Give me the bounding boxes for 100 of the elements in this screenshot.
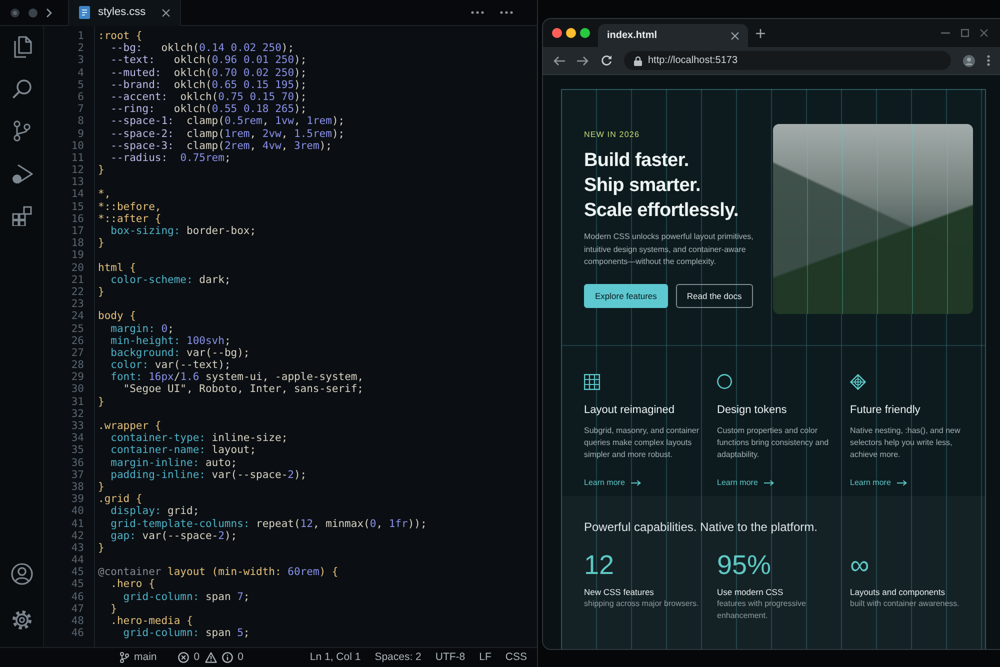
back-arrow-icon[interactable]	[553, 56, 565, 66]
line-number: 34	[70, 432, 84, 444]
line-number: 4	[76, 66, 84, 79]
status-bar-item[interactable]: Ln 1, Col 1	[310, 650, 361, 666]
line-number: 15	[70, 200, 84, 213]
code-line: --ring: oklch(0.55 0.18 265);	[110, 103, 307, 116]
feature-description: Native nesting, :has(), and new selectors help you write less, achieve more.	[850, 424, 962, 460]
code-line: color-scheme: dark;	[110, 274, 231, 286]
feature-description: Custom properties and color functions bring consistency and adaptability.	[717, 424, 830, 460]
code-line: }	[98, 286, 104, 298]
line-number: 21	[70, 274, 84, 286]
code-line: }	[98, 164, 104, 176]
status-bar-item[interactable]: CSS	[505, 650, 527, 666]
code-line: body {	[98, 310, 136, 322]
browser-tab[interactable]: index.html	[598, 24, 748, 47]
extensions-icon[interactable]	[12, 206, 32, 226]
line-number: 16	[70, 212, 84, 225]
branch-icon[interactable]	[120, 652, 129, 663]
code-line: font: 16px/1.6 system-ui, -apple-system,	[110, 371, 364, 384]
search-icon[interactable]	[12, 79, 32, 99]
primary-button[interactable]: Explore features	[584, 284, 668, 308]
status-bar-item[interactable]: Spaces: 2	[374, 650, 422, 666]
line-number: 10	[70, 140, 84, 152]
menu-icon[interactable]	[987, 55, 990, 66]
line-number: 5	[76, 78, 84, 91]
line-number: 45	[70, 578, 84, 591]
code-line: min-height: 100svh;	[110, 334, 231, 347]
learn-more-link[interactable]: Learn more	[850, 476, 907, 488]
learn-more-link[interactable]: Learn more	[717, 476, 774, 488]
plus-icon[interactable]	[756, 28, 765, 38]
close-icon[interactable]	[162, 8, 170, 16]
line-number: 12	[70, 164, 84, 176]
code-line: box-sizing: border-box;	[110, 225, 256, 238]
feature-description: Subgrid, masonry, and container queries make complex layouts simpler and more robust.	[584, 424, 700, 460]
code-line: --space-2: clamp(1rem, 2vw, 1.5rem);	[110, 128, 345, 140]
line-number: 28	[70, 359, 84, 372]
branch-name[interactable]: main	[134, 650, 157, 666]
stat-description: shipping across major browsers.	[584, 598, 700, 610]
error-icon[interactable]	[178, 652, 189, 663]
code-line: @container layout (min-width: 60rem) {	[98, 566, 338, 578]
line-number: 1	[76, 30, 84, 42]
nav-circle-icon[interactable]	[10, 8, 20, 18]
error-count[interactable]: 0	[194, 650, 200, 666]
info-icon[interactable]	[222, 652, 233, 663]
code-line: padding-inline: var(--space-2);	[110, 468, 307, 481]
hero-description: Modern CSS unlocks powerful layout primitives, intuitive design systems, and container-aware components—without the complexity.	[584, 231, 754, 268]
chevron-right-icon[interactable]	[46, 8, 52, 18]
account-icon[interactable]	[10, 563, 32, 585]
file-icon	[79, 6, 90, 19]
stat-description: features with progressive enhancement.	[717, 598, 807, 622]
reload-icon[interactable]	[601, 55, 612, 66]
code-line: color: var(--text);	[110, 359, 231, 372]
line-number: 3	[76, 54, 84, 67]
run-debug-icon[interactable]	[10, 163, 32, 185]
line-number: 25	[70, 322, 84, 335]
code-line: margin: 0;	[110, 322, 174, 335]
code-line: html {	[98, 262, 136, 274]
code-line: --space-3: clamp(2rem, 4vw, 3rem);	[110, 140, 332, 152]
files-icon[interactable]	[12, 36, 32, 58]
line-number: 6	[76, 90, 84, 104]
line-number: 22	[70, 286, 84, 298]
line-number: 17	[70, 225, 84, 238]
close-icon[interactable]	[731, 32, 739, 40]
stat-label: Layouts and components	[850, 586, 946, 598]
line-number: 11	[70, 152, 84, 164]
code-line: margin-inline: auto;	[110, 456, 238, 469]
more-icon[interactable]	[471, 11, 484, 14]
maximize-window-icon[interactable]	[580, 28, 590, 38]
maximize-icon[interactable]	[961, 29, 969, 37]
status-bar-item[interactable]: UTF-8	[435, 650, 466, 666]
code-line: .hero-media {	[110, 615, 193, 628]
warning-icon[interactable]	[204, 652, 217, 663]
learn-more-link[interactable]: Learn more	[584, 476, 641, 488]
code-line: grid-column: span 7;	[122, 590, 250, 603]
line-number: 26	[70, 334, 84, 347]
close-window-icon[interactable]	[552, 28, 562, 38]
editor-tab[interactable]: styles.css	[68, 0, 181, 26]
close-icon[interactable]	[980, 29, 988, 37]
address-field[interactable]: http://localhost:5173	[624, 51, 951, 70]
status-bar-item[interactable]: LF	[479, 650, 492, 666]
line-number: 29	[70, 371, 84, 384]
stat-description: built with container awareness.	[850, 598, 960, 610]
code-line: *::after {	[98, 212, 162, 225]
code-line: }	[98, 542, 104, 554]
settings-icon[interactable]	[10, 609, 32, 631]
code-line: .hero {	[110, 578, 155, 591]
feature-title: Layout reimagined	[584, 403, 676, 418]
code-line: }	[98, 396, 104, 408]
info-count[interactable]: 0	[238, 650, 244, 666]
code-line: *::before,	[98, 200, 162, 213]
source-control-icon[interactable]	[12, 120, 30, 142]
line-number: 9	[76, 128, 84, 140]
code-line: "Segoe UI", Roboto, Inter, sans-serif;	[122, 383, 364, 396]
secondary-button[interactable]: Read the docs	[676, 284, 753, 308]
profile-icon[interactable]	[963, 54, 975, 66]
more-icon[interactable]	[500, 11, 513, 14]
code-line: --accent: oklch(0.75 0.15 70);	[110, 90, 307, 104]
line-number: 43	[70, 542, 84, 554]
minimize-window-icon[interactable]	[566, 28, 576, 38]
forward-arrow-icon[interactable]	[577, 56, 589, 66]
